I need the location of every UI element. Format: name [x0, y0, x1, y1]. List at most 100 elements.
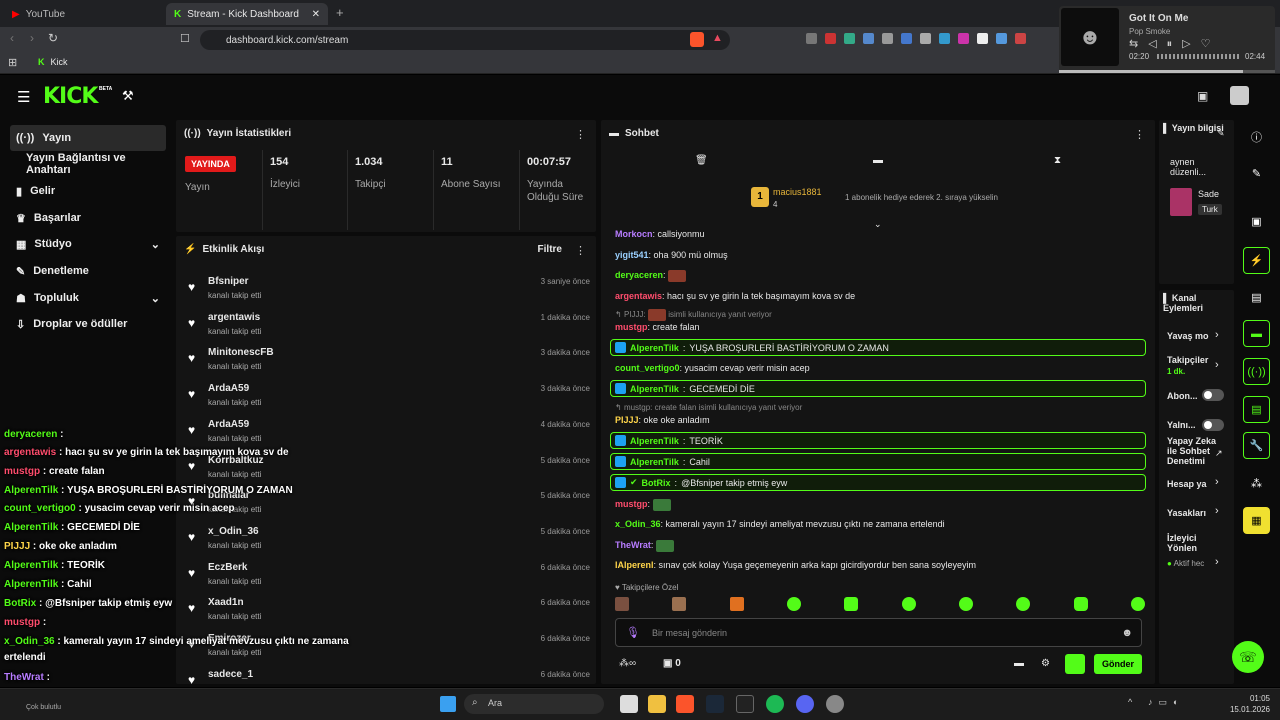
- gift-icon[interactable]: ▣: [1197, 89, 1208, 103]
- tab-kick-dashboard[interactable]: K Stream - Kick Dashboard ✕: [166, 3, 328, 25]
- chat-settings-bubble-icon[interactable]: ▬: [1014, 658, 1024, 669]
- emote[interactable]: [844, 597, 859, 611]
- gear-icon[interactable]: ⚙: [1041, 658, 1050, 669]
- channel-points-icon[interactable]: ⁂∞: [619, 658, 636, 669]
- event-item[interactable]: ♥ x_Odin_36 kanalı takip etti 5 dakika önce: [186, 524, 590, 558]
- clapper-icon[interactable]: ▦: [1243, 507, 1270, 534]
- filter-button[interactable]: Filtre: [538, 244, 562, 255]
- document-icon[interactable]: ▤: [1243, 284, 1270, 311]
- sidebar-item-topluluk[interactable]: ☗ Topluluk ⌄: [10, 285, 166, 311]
- tray-icons[interactable]: ♪▭◐: [1148, 697, 1184, 708]
- action-ai-moderation[interactable]: Yapay Zeka ile Sohbet Denetimi: [1167, 436, 1217, 466]
- event-item[interactable]: ♥ Bfsniper kanalı takip etti 3 saniye önce: [186, 274, 590, 308]
- sidebar-item-denetleme[interactable]: ✎ Denetleme: [10, 258, 166, 284]
- emote[interactable]: [729, 597, 744, 611]
- bookmark-icon[interactable]: ☐: [180, 32, 190, 45]
- brave-icon[interactable]: [676, 695, 694, 713]
- hourglass-icon[interactable]: ⧗: [1054, 155, 1061, 166]
- more-icon[interactable]: ⋮: [575, 244, 586, 257]
- external-link-icon[interactable]: ↗: [1215, 448, 1223, 459]
- more-icon[interactable]: ⋮: [575, 128, 586, 141]
- emote[interactable]: [901, 597, 916, 611]
- event-item[interactable]: ♥ argentawis kanalı takip etti 1 dakika önc…: [186, 310, 590, 344]
- chevron-right-icon[interactable]: ›: [1215, 476, 1219, 488]
- action-viewer-redirect[interactable]: İzleyici Yönlen: [1167, 533, 1227, 553]
- brave-rewards-icon[interactable]: ▲: [712, 32, 723, 44]
- forward-button[interactable]: ›: [30, 31, 34, 45]
- wrench-icon[interactable]: 🔧: [1243, 432, 1270, 459]
- subs-only-toggle[interactable]: [1202, 389, 1224, 401]
- emote[interactable]: [1130, 597, 1145, 611]
- taskbar-search[interactable]: Ara: [464, 694, 604, 714]
- event-item[interactable]: ♥ ArdaA59 kanalı takip etti 3 dakika önce: [186, 381, 590, 415]
- help-button[interactable]: ☏: [1232, 641, 1264, 673]
- media-player-popup[interactable]: ☻ Got It On Me Pop Smoke ⇆◁⏸▷♡ 02:20 02:…: [1059, 6, 1275, 73]
- tools-icon[interactable]: ⚒: [122, 88, 134, 104]
- kick-emote-button[interactable]: [1065, 654, 1085, 674]
- clock[interactable]: 01:05 15.01.2026: [1224, 693, 1270, 715]
- spotify-icon[interactable]: [766, 695, 784, 713]
- media-controls[interactable]: ⇆◁⏸▷♡: [1129, 37, 1221, 51]
- sidebar-item-droplar[interactable]: ⇩ Droplar ve ödüller: [10, 311, 166, 337]
- emote[interactable]: [1073, 597, 1088, 611]
- start-icon[interactable]: [440, 696, 456, 712]
- layout-icon[interactable]: ▤: [1243, 396, 1270, 423]
- event-item[interactable]: ♥ EczBerk kanalı takip etti 6 dakika önce: [186, 560, 590, 594]
- share-icon[interactable]: ⁂: [1243, 470, 1270, 497]
- sidebar-item-gelir[interactable]: ▮ Gelir: [10, 178, 166, 204]
- sidebar-item-studyo[interactable]: ▦ Stüdyo ⌄: [10, 231, 166, 257]
- edit-icon[interactable]: ✎: [1243, 160, 1270, 187]
- emote-only-toggle[interactable]: [1202, 419, 1224, 431]
- url-field[interactable]: dashboard.kick.com/stream: [200, 30, 730, 50]
- chat-icon[interactable]: ▬: [1243, 320, 1270, 347]
- more-icon[interactable]: ⋮: [1134, 128, 1145, 141]
- taskview-icon[interactable]: [620, 695, 638, 713]
- waveform[interactable]: [1157, 54, 1239, 59]
- event-item[interactable]: ♥sadece_1kanalı takip etti6 dakika önce: [186, 667, 590, 684]
- chevron-right-icon[interactable]: ›: [1215, 505, 1219, 517]
- sidebar-item-yayin[interactable]: ((·)) Yayın: [10, 125, 166, 151]
- back-button[interactable]: ‹: [10, 31, 14, 45]
- send-button[interactable]: Gönder: [1094, 654, 1142, 674]
- emote[interactable]: [672, 597, 687, 611]
- reload-button[interactable]: ↻: [48, 31, 58, 45]
- chevron-right-icon[interactable]: ›: [1215, 329, 1219, 341]
- info-icon[interactable]: ⓘ: [1243, 123, 1270, 150]
- sidebar-item-stream-key[interactable]: Yayın Bağlantısı ve Anahtarı: [10, 151, 166, 177]
- epic-icon[interactable]: [736, 695, 754, 713]
- broadcast-icon[interactable]: ((·)): [1243, 358, 1270, 385]
- discord-icon[interactable]: [796, 695, 814, 713]
- tray-chevron-icon[interactable]: ^: [1128, 697, 1132, 707]
- trash-icon[interactable]: 🗑: [695, 155, 708, 166]
- kick-logo[interactable]: KICK: [43, 84, 98, 109]
- chat-input[interactable]: 🎙 Bir mesaj gönderin ☻: [615, 618, 1142, 647]
- steam-icon[interactable]: [706, 695, 724, 713]
- emote[interactable]: [615, 597, 629, 611]
- close-tab-icon[interactable]: ✕: [312, 9, 320, 20]
- chevron-right-icon[interactable]: ›: [1215, 556, 1219, 568]
- hamburger-menu-icon[interactable]: ☰: [17, 88, 30, 106]
- explorer-icon[interactable]: [648, 695, 666, 713]
- lightning-icon[interactable]: ⚡: [1243, 247, 1270, 274]
- tab-youtube[interactable]: ▶ YouTube: [4, 3, 164, 25]
- event-item[interactable]: ♥ ArdaA59 kanalı takip etti 4 dakika önce: [186, 417, 590, 451]
- event-item[interactable]: ♥ MinitonescFB kanalı takip etti 3 dakika ö…: [186, 345, 590, 379]
- mic-icon[interactable]: 🎙: [626, 626, 640, 639]
- emote[interactable]: [786, 597, 801, 611]
- screen-icon[interactable]: ▣: [1243, 208, 1270, 235]
- obs-icon[interactable]: [826, 695, 844, 713]
- new-tab-button[interactable]: +: [336, 5, 344, 20]
- edit-icon[interactable]: ✎: [1217, 128, 1225, 139]
- event-item[interactable]: ♥ Xaad1n kanalı takip etti 6 dakika önce: [186, 595, 590, 629]
- emoji-icon[interactable]: ☻: [1121, 627, 1133, 639]
- apps-icon[interactable]: ⊞: [8, 56, 17, 69]
- emote[interactable]: [1016, 597, 1031, 611]
- chat-bubble-icon[interactable]: ▬: [873, 155, 883, 166]
- bookmark-kick[interactable]: K Kick: [38, 57, 68, 67]
- chevron-right-icon[interactable]: ›: [1215, 359, 1219, 371]
- brave-shield-icon[interactable]: [690, 32, 704, 47]
- media-progress[interactable]: [1059, 70, 1275, 73]
- emote[interactable]: [958, 597, 973, 611]
- emote-bar[interactable]: [615, 597, 1145, 613]
- avatar[interactable]: [1230, 86, 1249, 105]
